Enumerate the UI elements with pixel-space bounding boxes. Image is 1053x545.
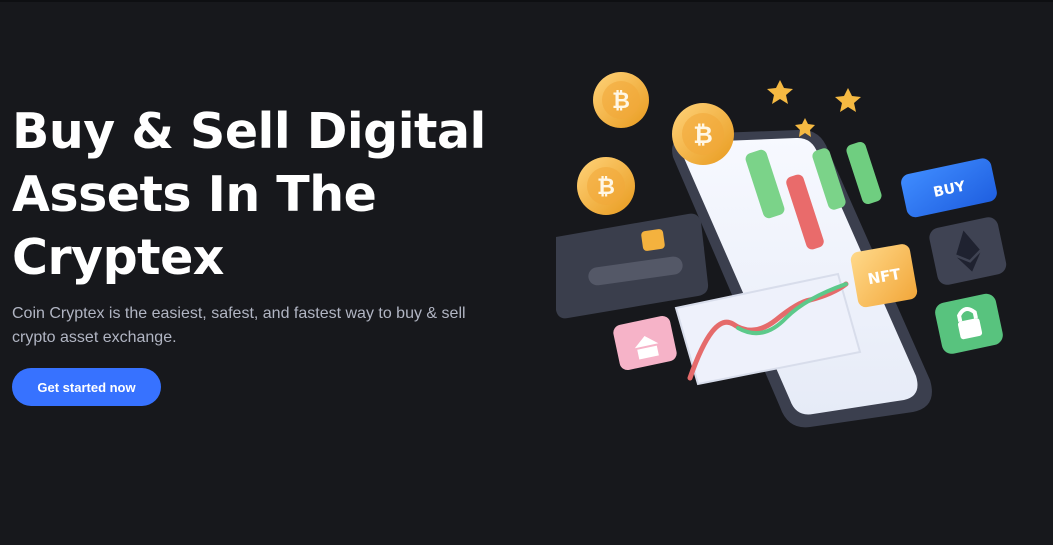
- star-icon: [767, 80, 861, 137]
- lock-icon: [935, 293, 1003, 354]
- bitcoin-coin-icon: ₿: [672, 103, 734, 165]
- crypto-phone-illustration: ₿ ₿ ₿ BUY NFT: [548, 62, 1018, 442]
- hero-section: Buy & Sell Digital Assets In The Cryptex…: [0, 0, 1053, 545]
- hero-title-line-3: Cryptex: [12, 229, 224, 286]
- bitcoin-coin-icon: ₿: [593, 72, 649, 128]
- svg-text:₿: ₿: [693, 121, 713, 149]
- bank-icon: [613, 315, 677, 371]
- svg-text:₿: ₿: [597, 175, 615, 200]
- hero-title: Buy & Sell Digital Assets In The Cryptex: [12, 100, 486, 289]
- nft-badge: NFT: [850, 244, 918, 308]
- hero-subtitle: Coin Cryptex is the easiest, safest, and…: [12, 305, 466, 346]
- svg-text:₿: ₿: [612, 89, 630, 114]
- bitcoin-coin-icon: ₿: [577, 157, 635, 215]
- hero-title-line-2: Assets In The: [12, 166, 377, 223]
- buy-badge: BUY: [901, 158, 997, 218]
- ethereum-icon: [929, 217, 1007, 285]
- hero-text-block: Buy & Sell Digital Assets In The Cryptex…: [12, 100, 486, 350]
- hero-title-line-1: Buy & Sell Digital: [12, 103, 486, 160]
- get-started-button[interactable]: Get started now: [12, 368, 161, 406]
- credit-card-icon: [556, 213, 709, 319]
